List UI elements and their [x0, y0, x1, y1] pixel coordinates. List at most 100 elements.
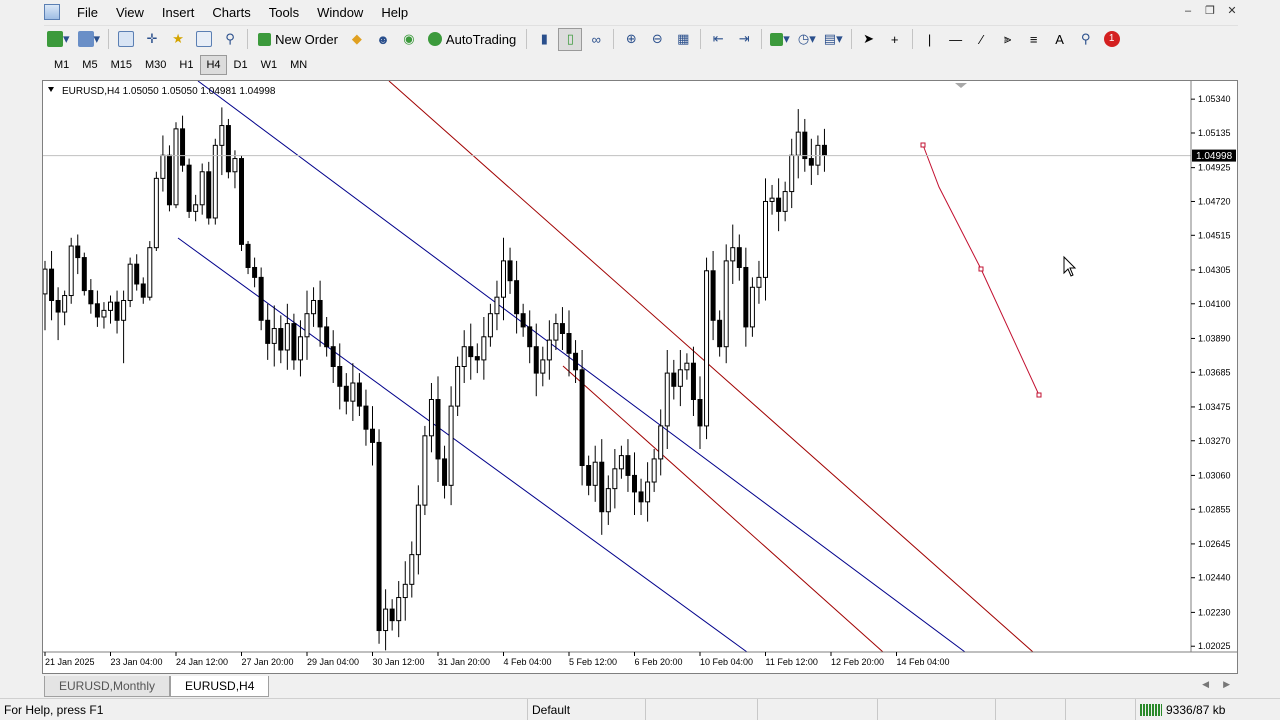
time-axis[interactable]: 21 Jan 2025 23 Jan 04:00 24 Jan 12:00 27 Ja… — [44, 652, 950, 667]
market-button[interactable]: ◉ — [397, 28, 421, 51]
new-chart-button[interactable]: ▾ — [44, 28, 73, 51]
fibonacci-button[interactable]: ≡ — [1022, 28, 1046, 51]
candle — [658, 409, 664, 476]
timeframe-m1[interactable]: M1 — [48, 55, 75, 75]
trendline-button[interactable]: ∕ — [970, 28, 994, 51]
blue-channel-upper[interactable] — [197, 81, 966, 653]
projection-point[interactable] — [920, 142, 926, 148]
chart-window[interactable]: 1.05340 1.05135 1.04925 1.04720 1.04515 1.043… — [42, 80, 1238, 674]
restore-icon[interactable]: ❐ — [1202, 3, 1218, 19]
candle-body — [127, 263, 133, 301]
timeframe-w1[interactable]: W1 — [255, 55, 284, 75]
candle-body — [533, 346, 539, 374]
menu-file[interactable]: File — [68, 3, 107, 22]
crosshair-button[interactable]: + — [883, 28, 907, 51]
data-window-button[interactable]: ✛ — [140, 28, 164, 51]
notifications-button[interactable]: 1 — [1100, 28, 1124, 51]
candle-body — [153, 177, 159, 249]
profiles-button[interactable]: ▾ — [75, 28, 104, 51]
tile-windows-button[interactable]: ▦ — [671, 28, 695, 51]
autotrading-label: AutoTrading — [445, 31, 517, 47]
timeframe-h1[interactable]: H1 — [173, 55, 199, 75]
autotrading-button[interactable]: AutoTrading — [423, 28, 521, 51]
chart-menu-triangle-icon[interactable] — [48, 87, 54, 92]
text-button[interactable]: A — [1048, 28, 1072, 51]
price-chart[interactable]: 1.05340 1.05135 1.04925 1.04720 1.04515 1.043… — [43, 81, 1237, 673]
zoom-out-button[interactable]: ⊖ — [645, 28, 669, 51]
zoom-in-button[interactable]: ⊕ — [619, 28, 643, 51]
search-button[interactable]: ⚲ — [1074, 28, 1098, 51]
status-connection[interactable]: 9336/87 kb — [1136, 699, 1256, 720]
chart-tab[interactable]: EURUSD,Monthly — [44, 676, 171, 697]
price-tick-label: 1.04100 — [1198, 299, 1231, 309]
candle-body — [297, 336, 303, 361]
horizontal-line-button[interactable]: — — [944, 28, 968, 51]
tab-scroll-right-icon[interactable]: ▶ — [1223, 679, 1230, 690]
candlestick-button[interactable]: ▯ — [558, 27, 583, 51]
drawn-channels[interactable] — [177, 81, 1034, 653]
timeframe-m30[interactable]: M30 — [139, 55, 172, 75]
candle — [121, 290, 127, 364]
bar-chart-icon: ▮ — [540, 31, 548, 46]
line-chart-button[interactable]: ∞ — [584, 28, 608, 51]
projection-point[interactable] — [1036, 392, 1042, 398]
timeframe-m15[interactable]: M15 — [105, 55, 138, 75]
price-tick-label: 1.04305 — [1198, 265, 1231, 275]
candle-body — [520, 313, 526, 328]
candle-body — [343, 385, 349, 402]
new-order-button[interactable]: New Order — [253, 28, 343, 51]
vertical-line-button[interactable]: | — [918, 28, 942, 51]
candle — [789, 138, 795, 209]
tab-scroll-left-icon[interactable]: ◀ — [1202, 679, 1209, 690]
candle — [383, 589, 389, 651]
autoscroll-button[interactable]: ⇥ — [732, 28, 756, 51]
projection-polyline[interactable] — [920, 142, 1042, 398]
timeframe-mn[interactable]: MN — [284, 55, 313, 75]
terminal-button[interactable] — [192, 28, 216, 51]
time-tick-label: 31 Jan 20:00 — [438, 657, 490, 667]
meta-editor-button[interactable]: ◆ — [345, 28, 369, 51]
candle — [160, 135, 166, 192]
minimize-icon[interactable]: – — [1180, 3, 1196, 19]
candle-body — [494, 296, 500, 315]
timeframe-d1[interactable]: D1 — [228, 55, 254, 75]
close-icon[interactable]: ✕ — [1224, 3, 1240, 19]
equidistant-channel-button[interactable]: ⫸ — [996, 28, 1020, 51]
menu-charts[interactable]: Charts — [203, 3, 259, 22]
chart-shift-button[interactable]: ⇤ — [706, 28, 730, 51]
candle-body — [769, 197, 775, 202]
candle — [304, 290, 310, 360]
chart-shift-marker-icon[interactable] — [955, 83, 967, 88]
market-watch-button[interactable] — [114, 28, 138, 51]
navigator-button[interactable]: ★ — [166, 28, 190, 51]
projection-point[interactable] — [978, 266, 984, 272]
menu-insert[interactable]: Insert — [153, 3, 204, 22]
timeframe-h4[interactable]: H4 — [200, 55, 227, 75]
toolbar-separator — [108, 29, 110, 49]
price-axis[interactable]: 1.05340 1.05135 1.04925 1.04720 1.04515 1.043… — [1191, 94, 1231, 651]
candle — [723, 244, 729, 364]
menu-tools[interactable]: Tools — [260, 3, 308, 22]
menu-view[interactable]: View — [107, 3, 153, 22]
templates-button[interactable]: ▤ ▾ — [821, 28, 846, 51]
signals-button[interactable]: ☻ — [371, 28, 395, 51]
red-channel-upper[interactable] — [388, 81, 1034, 653]
menu-help[interactable]: Help — [372, 3, 417, 22]
candle-body — [108, 301, 113, 311]
candle — [199, 163, 205, 215]
time-tick-label: 4 Feb 04:00 — [504, 657, 552, 667]
timeframe-m5[interactable]: M5 — [76, 55, 103, 75]
cursor-button[interactable]: ➤ — [857, 28, 881, 51]
indicators-button[interactable]: ▾ — [767, 28, 793, 51]
candle — [265, 303, 271, 360]
strategy-tester-button[interactable]: ⚲ — [218, 28, 242, 51]
periods-button[interactable]: ◷ ▾ — [795, 28, 819, 51]
candle-body — [284, 323, 290, 351]
red-channel-lower[interactable] — [562, 365, 884, 653]
chart-tab[interactable]: EURUSD,H4 — [170, 676, 270, 697]
bar-chart-button[interactable]: ▮ — [532, 28, 556, 51]
candle — [782, 181, 788, 222]
candle-body — [81, 257, 87, 292]
toolbar-separator — [526, 29, 528, 49]
menu-window[interactable]: Window — [308, 3, 372, 22]
